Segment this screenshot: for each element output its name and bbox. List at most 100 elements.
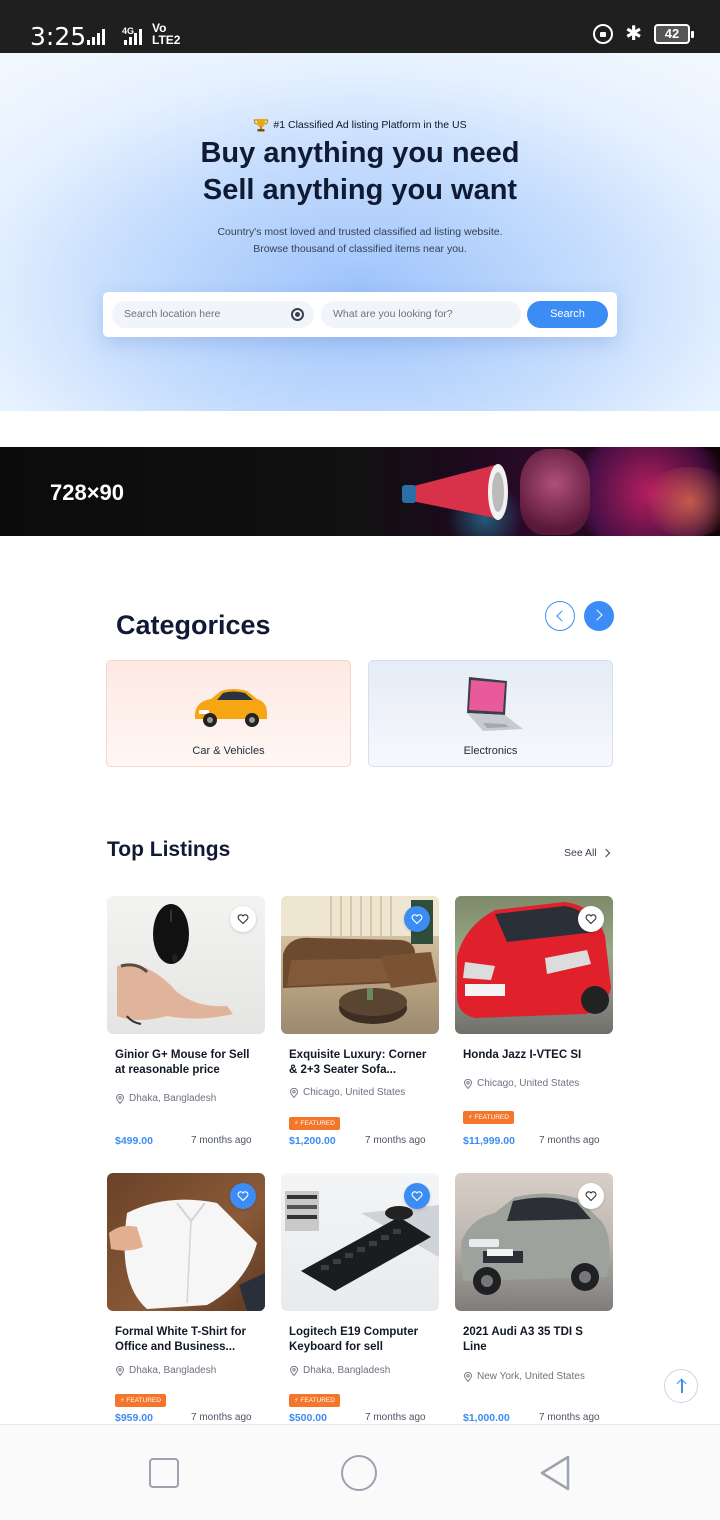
listing-location: Dhaka, Bangladesh: [289, 1365, 390, 1376]
ad-banner[interactable]: 728×90: [0, 447, 720, 536]
app-screen: { "status_bar": { "time": "3:25", "net1"…: [0, 0, 720, 1520]
category-card-car-vehicles[interactable]: Car & Vehicles: [106, 660, 351, 767]
favorite-button[interactable]: [578, 906, 604, 932]
laptop-icon: [467, 677, 523, 731]
system-navigation-bar: [0, 1424, 720, 1520]
heart-icon: [237, 1191, 249, 1202]
featured-badge: ⚡ FEATURED: [289, 1117, 340, 1130]
arrow-up-icon: [681, 1380, 683, 1393]
location-input[interactable]: Search location here: [112, 301, 314, 328]
location-pin-icon: [290, 1087, 298, 1098]
listing-card[interactable]: Honda Jazz I-VTEC SI Chicago, United Sta…: [455, 896, 613, 1166]
heart-icon: [585, 914, 597, 925]
hero-badge: #1 Classified Ad listing Platform in the…: [0, 117, 720, 133]
listing-location: Dhaka, Bangladesh: [115, 1365, 216, 1376]
listing-time: 7 months ago: [365, 1135, 426, 1146]
search-input[interactable]: What are you looking for?: [321, 301, 521, 328]
favorite-button[interactable]: [404, 906, 430, 932]
listing-image: [107, 896, 265, 1034]
listing-title[interactable]: Formal White T-Shirt for Office and Busi…: [115, 1325, 260, 1355]
listing-title[interactable]: 2021 Audi A3 35 TDI S Line: [463, 1325, 608, 1355]
featured-badge: ⚡ FEATURED: [115, 1394, 166, 1407]
favorite-button[interactable]: [404, 1183, 430, 1209]
heart-icon: [585, 1191, 597, 1202]
heart-icon: [411, 1191, 423, 1202]
listing-time: 7 months ago: [539, 1412, 600, 1423]
location-pin-icon: [464, 1371, 472, 1382]
ad-size-label: 728×90: [50, 480, 125, 505]
recent-apps-button[interactable]: [149, 1458, 179, 1488]
location-pin-icon: [290, 1365, 298, 1376]
featured-badge: ⚡ FEATURED: [463, 1111, 514, 1124]
category-label: Car & Vehicles: [192, 745, 265, 757]
listing-location: Chicago, United States: [463, 1078, 579, 1089]
location-pin-icon: [464, 1078, 472, 1089]
trophy-icon: [254, 119, 269, 132]
listing-time: 7 months ago: [191, 1135, 252, 1146]
hero-subtitle: Country's most loved and trusted classif…: [217, 226, 503, 255]
chevron-right-icon: [591, 609, 603, 621]
listing-price: $11,999.00: [463, 1135, 515, 1147]
listing-image: [455, 896, 613, 1034]
category-card-electronics[interactable]: Electronics: [368, 660, 613, 767]
category-label: Electronics: [463, 745, 518, 757]
search-bar: Search location here What are you lookin…: [103, 292, 617, 337]
megaphone-image: [402, 464, 508, 520]
hero-badge-text: #1 Classified Ad listing Platform in the…: [273, 119, 467, 131]
listing-price: $1,200.00: [289, 1135, 336, 1147]
status-time: 3:25: [30, 22, 87, 51]
listing-price: $1,000.00: [463, 1412, 510, 1424]
listing-card[interactable]: Logitech E19 Computer Keyboard for sell …: [281, 1173, 439, 1443]
locate-icon[interactable]: [291, 308, 304, 321]
heart-icon: [411, 914, 423, 925]
categories-next-button[interactable]: [584, 601, 614, 631]
listing-title[interactable]: Exquisite Luxury: Corner & 2+3 Seater So…: [289, 1048, 434, 1078]
hero-section: #1 Classified Ad listing Platform in the…: [0, 53, 720, 411]
listing-image: [107, 1173, 265, 1311]
car-icon: [195, 689, 267, 727]
back-button[interactable]: [538, 1454, 572, 1492]
listing-image: [281, 1173, 439, 1311]
listing-title[interactable]: Logitech E19 Computer Keyboard for sell: [289, 1325, 434, 1355]
scroll-to-top-button[interactable]: [664, 1369, 698, 1403]
listing-time: 7 months ago: [365, 1412, 426, 1423]
ad-person-image: [520, 449, 590, 535]
listing-card[interactable]: 2021 Audi A3 35 TDI S Line New York, Uni…: [455, 1173, 613, 1443]
search-button[interactable]: Search: [527, 301, 608, 328]
chevron-left-icon: [556, 610, 568, 622]
bluetooth-icon: ✱: [625, 23, 642, 45]
listing-time: 7 months ago: [539, 1135, 600, 1146]
listing-price: $499.00: [115, 1135, 153, 1147]
listing-card[interactable]: Formal White T-Shirt for Office and Busi…: [107, 1173, 265, 1443]
featured-badge: ⚡ FEATURED: [289, 1394, 340, 1407]
listing-title[interactable]: Honda Jazz I-VTEC SI: [463, 1048, 608, 1063]
favorite-button[interactable]: [230, 906, 256, 932]
listing-price: $959.00: [115, 1412, 153, 1424]
categories-prev-button[interactable]: [545, 601, 575, 631]
listing-time: 7 months ago: [191, 1412, 252, 1423]
top-listings-title: Top Listings: [107, 838, 231, 861]
categories-title: Categorices: [116, 610, 271, 640]
location-pin-icon: [116, 1365, 124, 1376]
listing-image: [455, 1173, 613, 1311]
lock-icon: [593, 24, 614, 44]
heart-icon: [237, 914, 249, 925]
listing-card[interactable]: Ginior G+ Mouse for Sell at reasonable p…: [107, 896, 265, 1166]
hero-title: Buy anything you need Sell anything you …: [200, 137, 520, 206]
favorite-button[interactable]: [578, 1183, 604, 1209]
home-button[interactable]: [341, 1455, 377, 1491]
listing-title[interactable]: Ginior G+ Mouse for Sell at reasonable p…: [115, 1048, 260, 1078]
listing-image: [281, 896, 439, 1034]
status-bar: 3:25 4G Vo LTE2 ✱ 42: [0, 0, 720, 53]
listing-price: $500.00: [289, 1412, 327, 1424]
chevron-right-icon: [601, 848, 611, 858]
listing-location: New York, United States: [463, 1371, 585, 1382]
volte-indicator: Vo LTE2: [152, 21, 181, 47]
listing-card[interactable]: Exquisite Luxury: Corner & 2+3 Seater So…: [281, 896, 439, 1166]
battery-icon: 42: [654, 24, 694, 44]
favorite-button[interactable]: [230, 1183, 256, 1209]
see-all-link[interactable]: See All: [564, 847, 597, 859]
listing-location: Chicago, United States: [289, 1087, 405, 1098]
listing-location: Dhaka, Bangladesh: [115, 1093, 216, 1104]
location-pin-icon: [116, 1093, 124, 1104]
